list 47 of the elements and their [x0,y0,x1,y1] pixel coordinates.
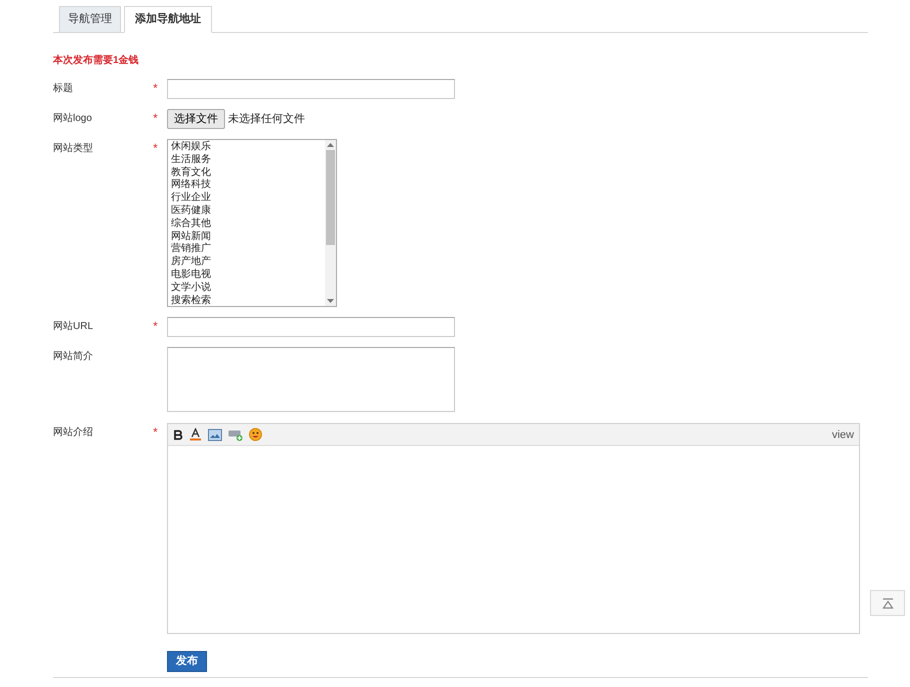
list-option[interactable]: 电影电视 [171,268,322,282]
required-mark: * [153,320,159,332]
list-option[interactable]: 文学小说 [171,282,322,295]
textarea-field[interactable] [167,347,455,412]
list-option[interactable]: 网站新闻 [171,230,322,244]
list-option[interactable]: 综合其他 [171,218,322,231]
list-option[interactable]: 网络科技 [171,179,322,192]
category-listbox[interactable]: 休闲娱乐 生活服务 教育文化 网络科技 行业企业 医药健康 综合其他 网站新闻 营销推广 房产地产 电影电视 文学小说 搜索检索 [167,139,337,307]
publish-button[interactable]: 发布 [167,650,207,672]
back-to-top-icon [882,598,894,608]
required-mark: * [153,82,159,94]
link-add-icon[interactable] [228,428,243,440]
scroll-down-icon[interactable] [327,299,334,303]
list-option[interactable]: 生活服务 [171,154,322,167]
text-field[interactable] [167,79,455,99]
field-label: 网站简介 [53,350,94,363]
required-mark: * [153,112,159,124]
list-option[interactable]: 营销推广 [171,243,322,256]
scroll-thumb[interactable] [326,150,335,245]
image-icon[interactable] [208,428,222,440]
field-label: 网站类型 [53,142,94,155]
text-field[interactable] [167,317,455,337]
scrollbar[interactable] [325,140,336,306]
cost-notice: 本次发布需要1金钱 [53,54,140,68]
field-label: 标题 [53,82,74,95]
list-option[interactable]: 房产地产 [171,256,322,269]
choose-file-button[interactable]: 选择文件 [167,109,225,129]
view-toggle[interactable]: view [832,428,854,442]
field-label: 网站logo [53,112,93,125]
tab[interactable]: 添加导航地址 [124,6,212,33]
required-mark: * [153,142,159,154]
rich-text-editor[interactable]: view [167,423,860,634]
smiley-icon[interactable] [249,428,262,441]
field-label: 网站URL [53,320,94,333]
field-label: 网站介绍 [53,426,94,439]
scroll-up-icon[interactable] [327,143,334,147]
font-color-icon[interactable] [189,428,202,441]
list-option[interactable]: 医药健康 [171,204,322,218]
file-status: 未选择任何文件 [228,112,305,126]
tab[interactable]: 导航管理 [59,6,121,32]
required-mark: * [153,426,159,438]
bold-icon[interactable] [173,430,183,440]
list-option[interactable]: 行业企业 [171,192,322,205]
list-option[interactable]: 教育文化 [171,166,322,180]
list-option[interactable]: 休闲娱乐 [171,141,322,154]
list-option[interactable]: 搜索检索 [171,294,322,306]
back-to-top-button[interactable] [870,590,905,616]
